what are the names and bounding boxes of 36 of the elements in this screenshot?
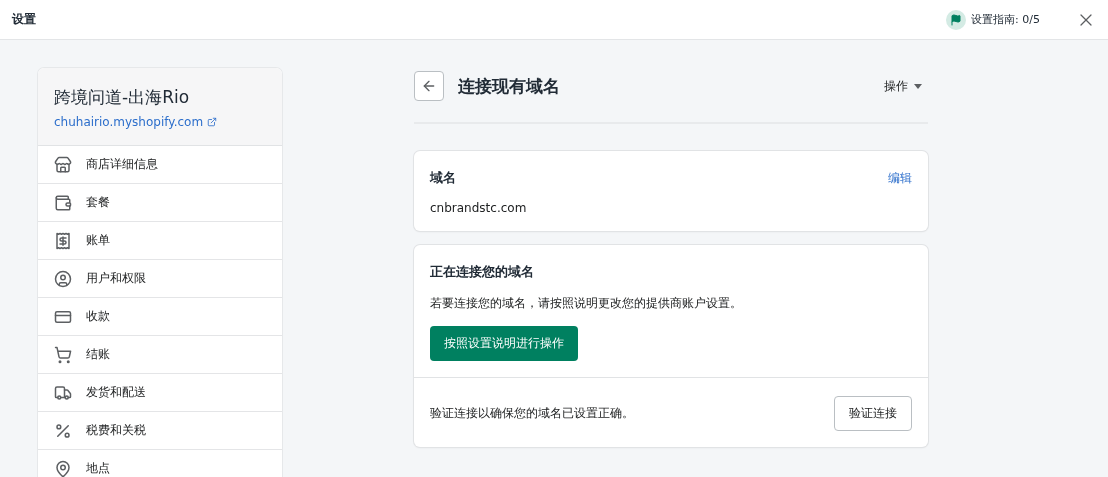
map-pin-icon <box>54 459 72 477</box>
sidebar-item[interactable]: 税费和关税 <box>38 412 282 450</box>
back-button[interactable] <box>414 71 444 101</box>
wallet-icon <box>54 193 72 212</box>
verify-button[interactable]: 验证连接 <box>834 396 912 431</box>
window-title: 设置 <box>12 11 37 28</box>
user-icon <box>54 269 72 288</box>
store-icon <box>54 155 72 174</box>
page-title: 连接现有域名 <box>458 74 561 98</box>
percent-icon <box>54 421 72 440</box>
sidebar-item[interactable]: 发货和配送 <box>38 374 282 412</box>
sidebar-item[interactable]: 收款 <box>38 298 282 336</box>
sidebar-item[interactable]: 用户和权限 <box>38 260 282 298</box>
sidebar-item[interactable]: 结账 <box>38 336 282 374</box>
flag-icon <box>946 9 967 30</box>
store-url-link[interactable]: chuhairio.myshopify.com <box>54 115 266 129</box>
cart-icon <box>54 345 72 364</box>
verify-text: 验证连接以确保您的域名已设置正确。 <box>430 405 634 422</box>
arrow-left-icon <box>421 78 437 94</box>
domain-name: cnbrandstc.com <box>430 201 528 215</box>
sidebar-item[interactable]: 套餐 <box>38 184 282 222</box>
actions-menu-button[interactable]: 操作 <box>884 77 922 95</box>
caret-icon <box>914 83 922 89</box>
sidebar-item[interactable]: 地点 <box>38 450 282 477</box>
card-title: 域名 <box>430 169 456 187</box>
store-name: 跨境问道-出海Rio <box>54 86 191 109</box>
external-link-icon <box>207 117 218 127</box>
sidebar-item[interactable]: 商店详细信息 <box>38 146 282 184</box>
instructions-text: 若要连接您的域名，请按照说明更改您的提供商账户设置。 <box>430 295 743 312</box>
truck-icon <box>54 383 72 402</box>
setup-instructions-button[interactable]: 按照设置说明进行操作 <box>430 326 578 361</box>
edit-link[interactable]: 编辑 <box>888 169 912 187</box>
setup-guide-button[interactable]: 设置指南: 0/5 <box>946 9 1040 30</box>
card-title: 正在连接您的域名 <box>430 263 535 281</box>
sidebar-item[interactable]: 账单 <box>38 222 282 260</box>
receipt-icon <box>54 231 72 250</box>
